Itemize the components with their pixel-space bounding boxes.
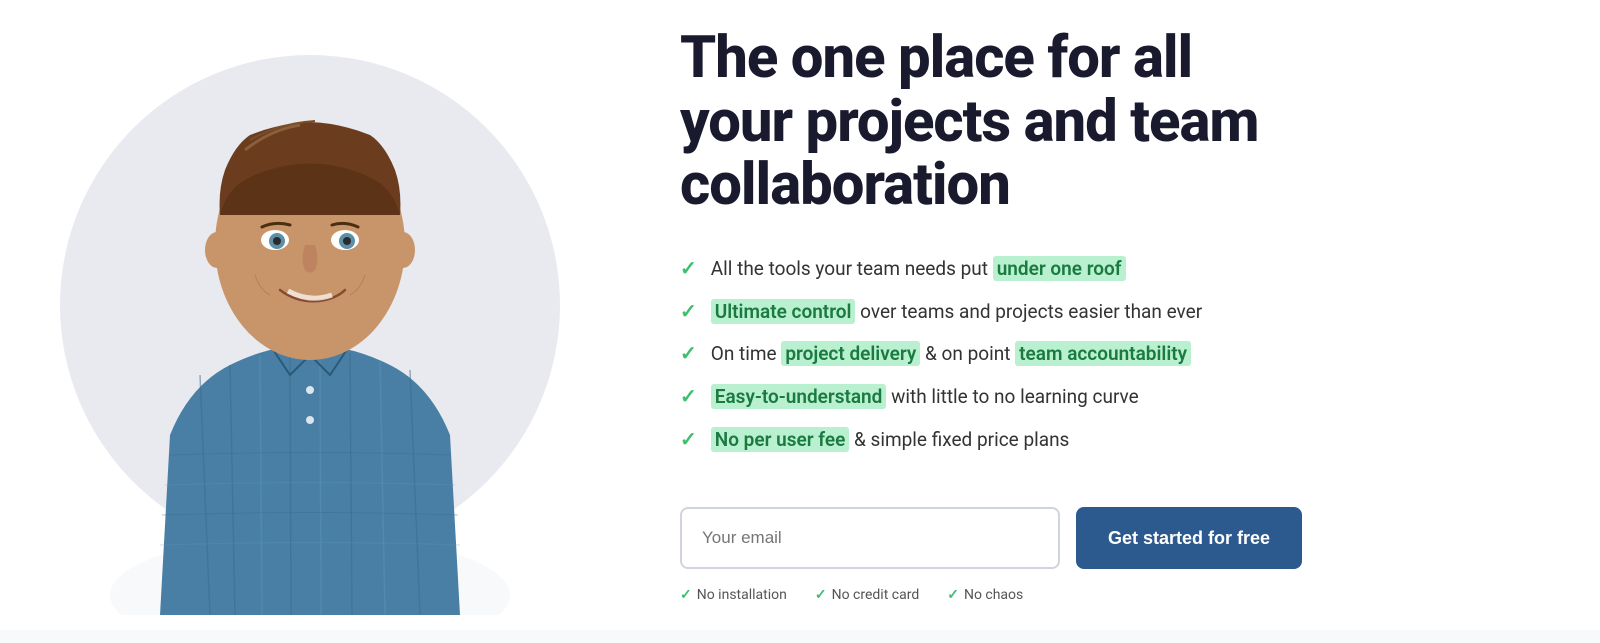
check-icon-1: ✓ (680, 254, 697, 282)
check-icon-4: ✓ (680, 382, 697, 410)
feature-item-4: ✓ Easy-to-understand with little to no l… (680, 382, 1520, 411)
sub-check-1: ✓ (680, 587, 692, 603)
check-icon-3: ✓ (680, 339, 697, 367)
person-image (50, 15, 570, 615)
highlight-ultimate-control: Ultimate control (711, 299, 856, 324)
sub-cta-item-3: ✓ No chaos (947, 587, 1023, 603)
sub-cta-item-2: ✓ No credit card (815, 587, 919, 603)
sub-cta-list: ✓ No installation ✓ No credit card ✓ No … (680, 587, 1520, 603)
page-wrapper: The one place for all your projects and … (0, 0, 1600, 630)
feature-item-5: ✓ No per user fee & simple fixed price p… (680, 425, 1520, 454)
person-illustration (70, 35, 550, 615)
highlight-project-delivery: project delivery (781, 341, 920, 366)
hero-image-section (0, 0, 620, 630)
feature-item-3: ✓ On time project delivery & on point te… (680, 339, 1520, 368)
main-heading: The one place for all your projects and … (680, 27, 1520, 218)
email-input[interactable] (680, 507, 1060, 569)
check-icon-5: ✓ (680, 425, 697, 453)
sub-cta-item-1: ✓ No installation (680, 587, 787, 603)
sub-check-3: ✓ (947, 587, 959, 603)
highlight-under-one-roof: under one roof (993, 256, 1126, 281)
check-icon-2: ✓ (680, 297, 697, 325)
features-list: ✓ All the tools your team needs put unde… (680, 254, 1520, 467)
feature-item-2: ✓ Ultimate control over teams and projec… (680, 297, 1520, 326)
hero-content-section: The one place for all your projects and … (620, 0, 1600, 643)
feature-item-1: ✓ All the tools your team needs put unde… (680, 254, 1520, 283)
highlight-easy-to-understand: Easy-to-understand (711, 384, 887, 409)
get-started-button[interactable]: Get started for free (1076, 507, 1302, 569)
highlight-team-accountability: team accountability (1015, 341, 1191, 366)
sub-check-2: ✓ (815, 587, 827, 603)
highlight-no-per-user-fee: No per user fee (711, 427, 850, 452)
cta-section: Get started for free (680, 507, 1520, 569)
